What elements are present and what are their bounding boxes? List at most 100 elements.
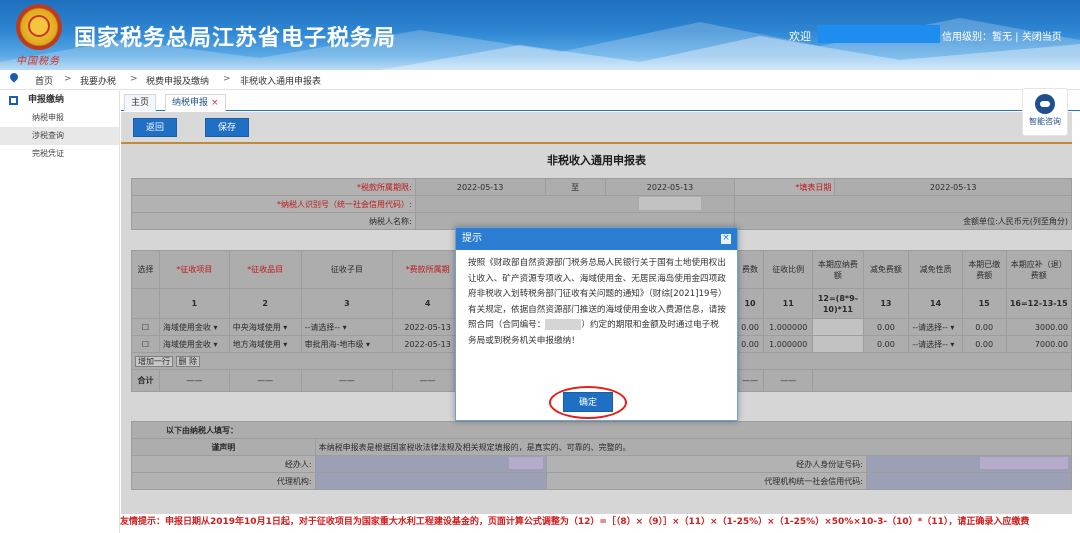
row-reduce[interactable]: 0.00 [862, 318, 910, 336]
statement-label: 谨声明 [131, 438, 316, 456]
row-nature-select[interactable]: --请选择-- ▾ [908, 318, 963, 336]
period-to-label: 至 [544, 178, 606, 196]
period-label: *税款所属期限: [131, 178, 416, 196]
total-sum-field [812, 369, 1072, 392]
row-item-select[interactable]: 海域使用金收 ▾ [158, 318, 230, 336]
declaration-table: 以下由纳税人填写： 谨声明 本纳税申报表是根据国家税收法律法规及相关规定填报的，… [131, 421, 1073, 490]
welcome-text: 欢迎 [789, 30, 811, 43]
form-header-table: *税款所属期限: 2022-05-13 至 2022-05-13 *填表日期 2… [131, 178, 1072, 230]
site-title: 国家税务总局江苏省电子税务局 [74, 26, 397, 51]
close-icon[interactable]: × [211, 98, 219, 108]
col-header-refund: 本期应补（退）费额 [1005, 250, 1072, 289]
contract-number-redacted [545, 319, 582, 330]
row-child-select[interactable]: --请选择-- ▾ [300, 318, 394, 336]
save-button[interactable]: 保存 [205, 118, 250, 137]
agency-label: 代理机构: [131, 472, 316, 490]
sidebar: 申报缴纳 纳税申报 涉税查询 完税凭证 [0, 91, 120, 533]
agency-code-label: 代理机构统一社会信用代码: [545, 472, 868, 490]
col-header-reduce: 减免费额 [862, 250, 910, 289]
add-row-button[interactable]: 增加一行 [135, 355, 173, 367]
agent-id-redacted [980, 457, 1068, 469]
agency-input[interactable] [314, 472, 547, 490]
row-paid: 0.00 [961, 318, 1007, 336]
delete-row-button[interactable]: 删 除 [175, 355, 201, 367]
row-ratio: 1.000000 [763, 318, 814, 336]
back-button[interactable]: 返回 [133, 118, 178, 137]
breadcrumb-separator: > [130, 74, 138, 84]
tab-tax-declare-label: 纳税申报 [172, 98, 209, 108]
sidebar-item-tax-certificate[interactable]: 完税凭证 [0, 145, 119, 163]
col-header-item: *征收项目 [158, 250, 230, 289]
breadcrumb: 首页 > 我要办税 > 税费申报及缴纳 > 非税收入通用申报表 [0, 70, 1080, 90]
col-num: 14 [908, 288, 963, 319]
form-title: 非税收入通用申报表 [547, 154, 646, 167]
breadcrumb-declare[interactable]: 税费申报及缴纳 [146, 74, 209, 87]
breadcrumb-separator: > [64, 74, 72, 84]
row-subitem-select[interactable]: 地方海域使用 ▾ [228, 335, 302, 353]
agency-code-input[interactable] [866, 472, 1072, 490]
tab-tax-declare[interactable]: 纳税申报 × [165, 94, 226, 111]
row-paid: 0.00 [961, 335, 1007, 353]
taxpayer-name-label: 纳税人名称: [131, 212, 416, 230]
close-icon[interactable]: × [721, 234, 731, 244]
tab-home-label: 主页 [131, 98, 150, 108]
sidebar-section-header[interactable]: 申报缴纳 [0, 91, 119, 109]
col-num: 15 [961, 288, 1007, 319]
breadcrumb-my-tax[interactable]: 我要办税 [80, 74, 116, 87]
row-item-select[interactable]: 海域使用金收 ▾ [158, 335, 230, 353]
row-actions: 增加一行 删 除 [131, 352, 463, 370]
row-reduce[interactable]: 0.00 [862, 335, 910, 353]
breadcrumb-separator: > [223, 74, 231, 84]
col-header-due-this: 本期应纳费额 [812, 250, 864, 289]
agent-input[interactable] [314, 455, 547, 473]
row-actions-spacer [736, 352, 1072, 370]
notice-dialog: 提示 × 按照《财政部自然资源部门税务总局人民银行关于国有土地使用权出让收入、矿… [455, 227, 738, 421]
period-from[interactable]: 2022-05-13 [414, 178, 546, 196]
tab-home[interactable]: 主页 [124, 94, 157, 111]
row-child-select[interactable]: 审批用海-地市级 ▾ [300, 335, 394, 353]
col-header-fee: 费数 [735, 250, 765, 289]
breadcrumb-current: 非税收入通用申报表 [240, 77, 322, 87]
col-num: 10 [735, 288, 765, 319]
dialog-title: 提示 [462, 233, 482, 244]
data-table-left: 选择 *征收项目 *征收品目 征收子目 *费款所属期 1 2 3 4 ☐ 海域使… [131, 250, 463, 392]
row-fee[interactable]: 0.00 [735, 335, 765, 353]
fill-date[interactable]: 2022-05-13 [834, 178, 1072, 196]
row-due-this [812, 318, 864, 336]
row-period[interactable]: 2022-05-13 [392, 335, 463, 353]
row-subitem-select[interactable]: 中央海域使用 ▾ [228, 318, 302, 336]
username-redacted [818, 25, 940, 43]
col-num: 1 [158, 288, 230, 319]
confirm-button[interactable]: 确定 [563, 392, 613, 412]
row-nature-select[interactable]: --请选择-- ▾ [908, 335, 963, 353]
period-to[interactable]: 2022-05-13 [604, 178, 736, 196]
empty-cell [734, 195, 1072, 213]
sidebar-section-title: 申报缴纳 [28, 95, 65, 105]
fill-date-label: *填表日期 [734, 178, 836, 196]
row-refund: 3000.00 [1005, 318, 1072, 336]
statement-text: 本纳税申报表是根据国家税收法律法规及相关规定填报的，是真实的、可靠的、完整的。 [314, 438, 1073, 456]
col-num [131, 288, 160, 319]
total-dash: —— [735, 369, 765, 392]
breadcrumb-home[interactable]: 首页 [35, 74, 53, 87]
headset-icon [1035, 94, 1055, 114]
col-header-nature: 减免性质 [908, 250, 963, 289]
col-header-ratio: 征收比例 [763, 250, 814, 289]
row-period[interactable]: 2022-05-13 [392, 318, 463, 336]
total-dash: —— [158, 369, 230, 392]
logo-subtext: 中国税务 [16, 56, 60, 67]
grid-icon [9, 96, 18, 105]
smart-consult-button[interactable]: 智能咨询 [1022, 88, 1068, 136]
total-dash: —— [763, 369, 814, 392]
row-checkbox[interactable]: ☐ [131, 318, 160, 336]
row-fee[interactable]: 0.00 [735, 318, 765, 336]
credit-and-close-link[interactable]: 信用级别：暂无 | 关闭当页 [942, 28, 1062, 43]
col-num: 13 [862, 288, 910, 319]
row-due-this [812, 335, 864, 353]
sidebar-item-tax-declare[interactable]: 纳税申报 [0, 109, 119, 127]
col-num: 2 [228, 288, 302, 319]
agent-id-input[interactable] [866, 455, 1072, 473]
row-checkbox[interactable]: ☐ [131, 335, 160, 353]
sidebar-item-tax-query[interactable]: 涉税查询 [0, 127, 119, 145]
amount-unit: 金额单位:人民币元(列至角分) [734, 212, 1072, 230]
